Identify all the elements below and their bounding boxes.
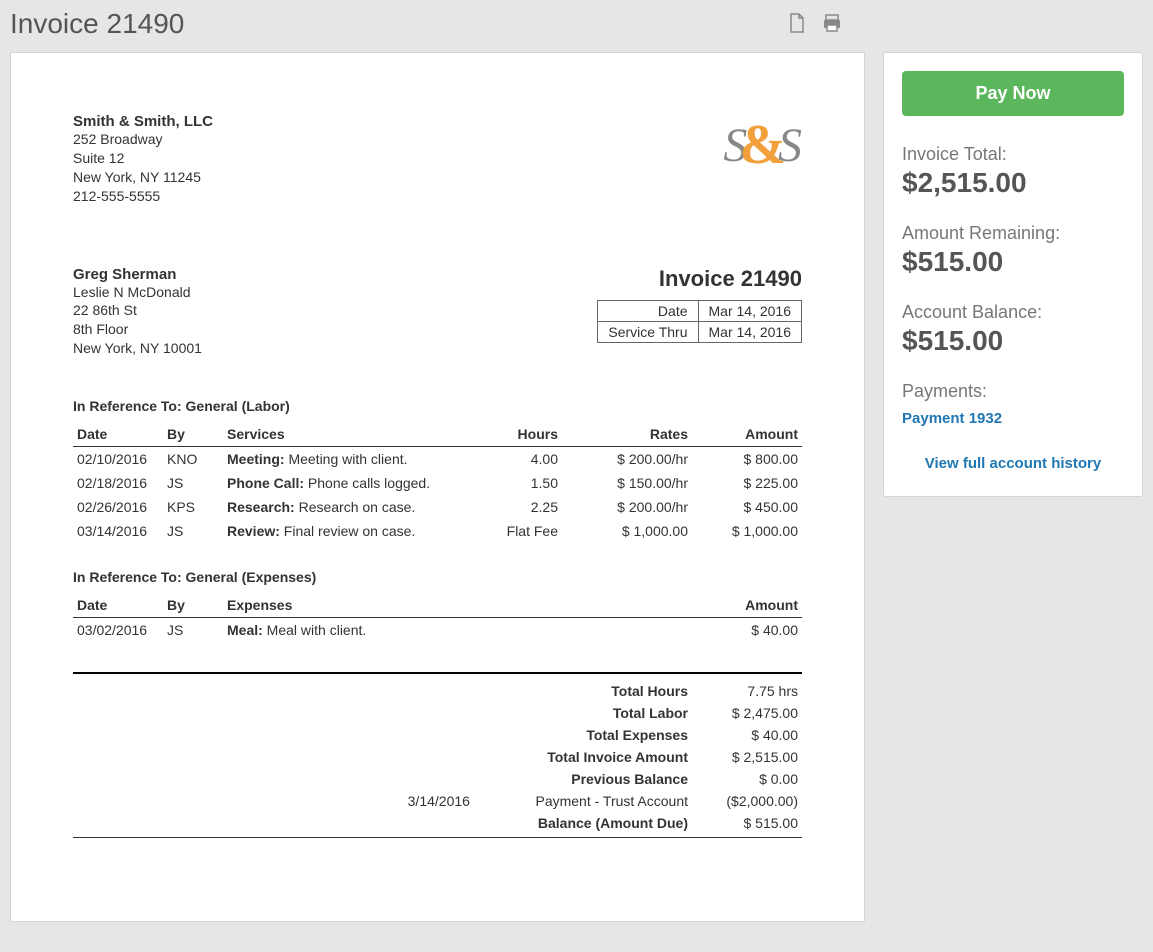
col-services: Services [223,420,482,447]
to-line-3: 8th Floor [73,320,202,339]
to-line-1: Leslie N McDonald [73,283,202,302]
pdf-icon[interactable] [787,12,807,37]
invoice-number-title: Invoice 21490 [597,266,802,292]
labor-row: 02/10/2016KNOMeeting: Meeting with clien… [73,447,802,472]
labor-row: 03/14/2016JSReview: Final review on case… [73,519,802,543]
invoice-document: Smith & Smith, LLC 252 Broadway Suite 12… [10,52,865,922]
cell-expense: Meal: Meal with client. [223,618,692,643]
total-hours-value: 7.75 hrs [692,680,802,702]
col-amount: Amount [692,591,802,618]
company-logo: S&S [723,113,802,177]
col-by: By [163,591,223,618]
cell-rate: $ 1,000.00 [562,519,692,543]
service-thru-value: Mar 14, 2016 [698,321,802,342]
cell-amount: $ 1,000.00 [692,519,802,543]
labor-table: Date By Services Hours Rates Amount 02/1… [73,420,802,543]
cell-by: KPS [163,495,223,519]
invoice-date-table: Date Mar 14, 2016 Service Thru Mar 14, 2… [597,300,802,343]
balance-due-value: $ 515.00 [692,812,802,838]
cell-hours: 2.25 [482,495,562,519]
to-line-4: New York, NY 10001 [73,339,202,358]
expense-heading: In Reference To: General (Expenses) [73,569,802,585]
print-icon[interactable] [821,12,843,37]
payments-label: Payments: [902,381,1124,402]
cell-service: Meeting: Meeting with client. [223,447,482,472]
amount-remaining-value: $515.00 [902,246,1124,278]
cell-amount: $ 800.00 [692,447,802,472]
payment-value: ($2,000.00) [692,790,802,812]
labor-row: 02/26/2016KPSResearch: Research on case.… [73,495,802,519]
from-address-2: Suite 12 [73,149,213,168]
col-date: Date [73,420,163,447]
col-rates: Rates [562,420,692,447]
invoice-total-value: $2,515.00 [902,167,1124,199]
service-thru-label: Service Thru [598,321,698,342]
payment-date: 3/14/2016 [73,790,474,812]
cell-date: 02/18/2016 [73,471,163,495]
total-expenses-value: $ 40.00 [692,724,802,746]
balance-due-label: Balance (Amount Due) [474,812,692,838]
previous-balance-value: $ 0.00 [692,768,802,790]
amount-remaining-label: Amount Remaining: [902,223,1124,244]
page-title: Invoice 21490 [10,8,787,40]
col-expenses: Expenses [223,591,692,618]
col-by: By [163,420,223,447]
cell-by: JS [163,519,223,543]
to-name: Greg Sherman [73,266,202,283]
total-invoice-value: $ 2,515.00 [692,746,802,768]
view-history-link[interactable]: View full account history [902,455,1124,472]
from-address-1: 252 Broadway [73,130,213,149]
col-date: Date [73,591,163,618]
account-balance-label: Account Balance: [902,302,1124,323]
from-phone: 212-555-5555 [73,187,213,206]
cell-hours: Flat Fee [482,519,562,543]
col-amount: Amount [692,420,802,447]
invoice-total-label: Invoice Total: [902,144,1124,165]
cell-rate: $ 200.00/hr [562,495,692,519]
cell-service: Research: Research on case. [223,495,482,519]
to-line-2: 22 86th St [73,301,202,320]
cell-by: JS [163,618,223,643]
account-balance-value: $515.00 [902,325,1124,357]
cell-rate: $ 150.00/hr [562,471,692,495]
cell-rate: $ 200.00/hr [562,447,692,472]
cell-amount: $ 40.00 [692,618,802,643]
expense-row: 03/02/2016JSMeal: Meal with client.$ 40.… [73,618,802,643]
cell-by: KNO [163,447,223,472]
cell-service: Phone Call: Phone calls logged. [223,471,482,495]
date-label: Date [598,300,698,321]
cell-date: 02/26/2016 [73,495,163,519]
cell-by: JS [163,471,223,495]
from-address-3: New York, NY 11245 [73,168,213,187]
cell-date: 03/02/2016 [73,618,163,643]
cell-date: 02/10/2016 [73,447,163,472]
expense-table: Date By Expenses Amount 03/02/2016JSMeal… [73,591,802,642]
cell-hours: 4.00 [482,447,562,472]
col-hours: Hours [482,420,562,447]
labor-row: 02/18/2016JSPhone Call: Phone calls logg… [73,471,802,495]
date-value: Mar 14, 2016 [698,300,802,321]
totals-table: Total Hours7.75 hrs Total Labor$ 2,475.0… [73,680,802,838]
total-labor-label: Total Labor [474,702,692,724]
pay-now-button[interactable]: Pay Now [902,71,1124,116]
cell-amount: $ 450.00 [692,495,802,519]
total-expenses-label: Total Expenses [474,724,692,746]
total-hours-label: Total Hours [474,680,692,702]
payment-label: Payment - Trust Account [474,790,692,812]
total-invoice-label: Total Invoice Amount [474,746,692,768]
cell-service: Review: Final review on case. [223,519,482,543]
summary-sidebar: Pay Now Invoice Total: $2,515.00 Amount … [883,52,1143,497]
previous-balance-label: Previous Balance [474,768,692,790]
total-labor-value: $ 2,475.00 [692,702,802,724]
cell-amount: $ 225.00 [692,471,802,495]
payment-link[interactable]: Payment 1932 [902,410,1124,427]
from-name: Smith & Smith, LLC [73,113,213,130]
cell-date: 03/14/2016 [73,519,163,543]
labor-heading: In Reference To: General (Labor) [73,398,802,414]
cell-hours: 1.50 [482,471,562,495]
